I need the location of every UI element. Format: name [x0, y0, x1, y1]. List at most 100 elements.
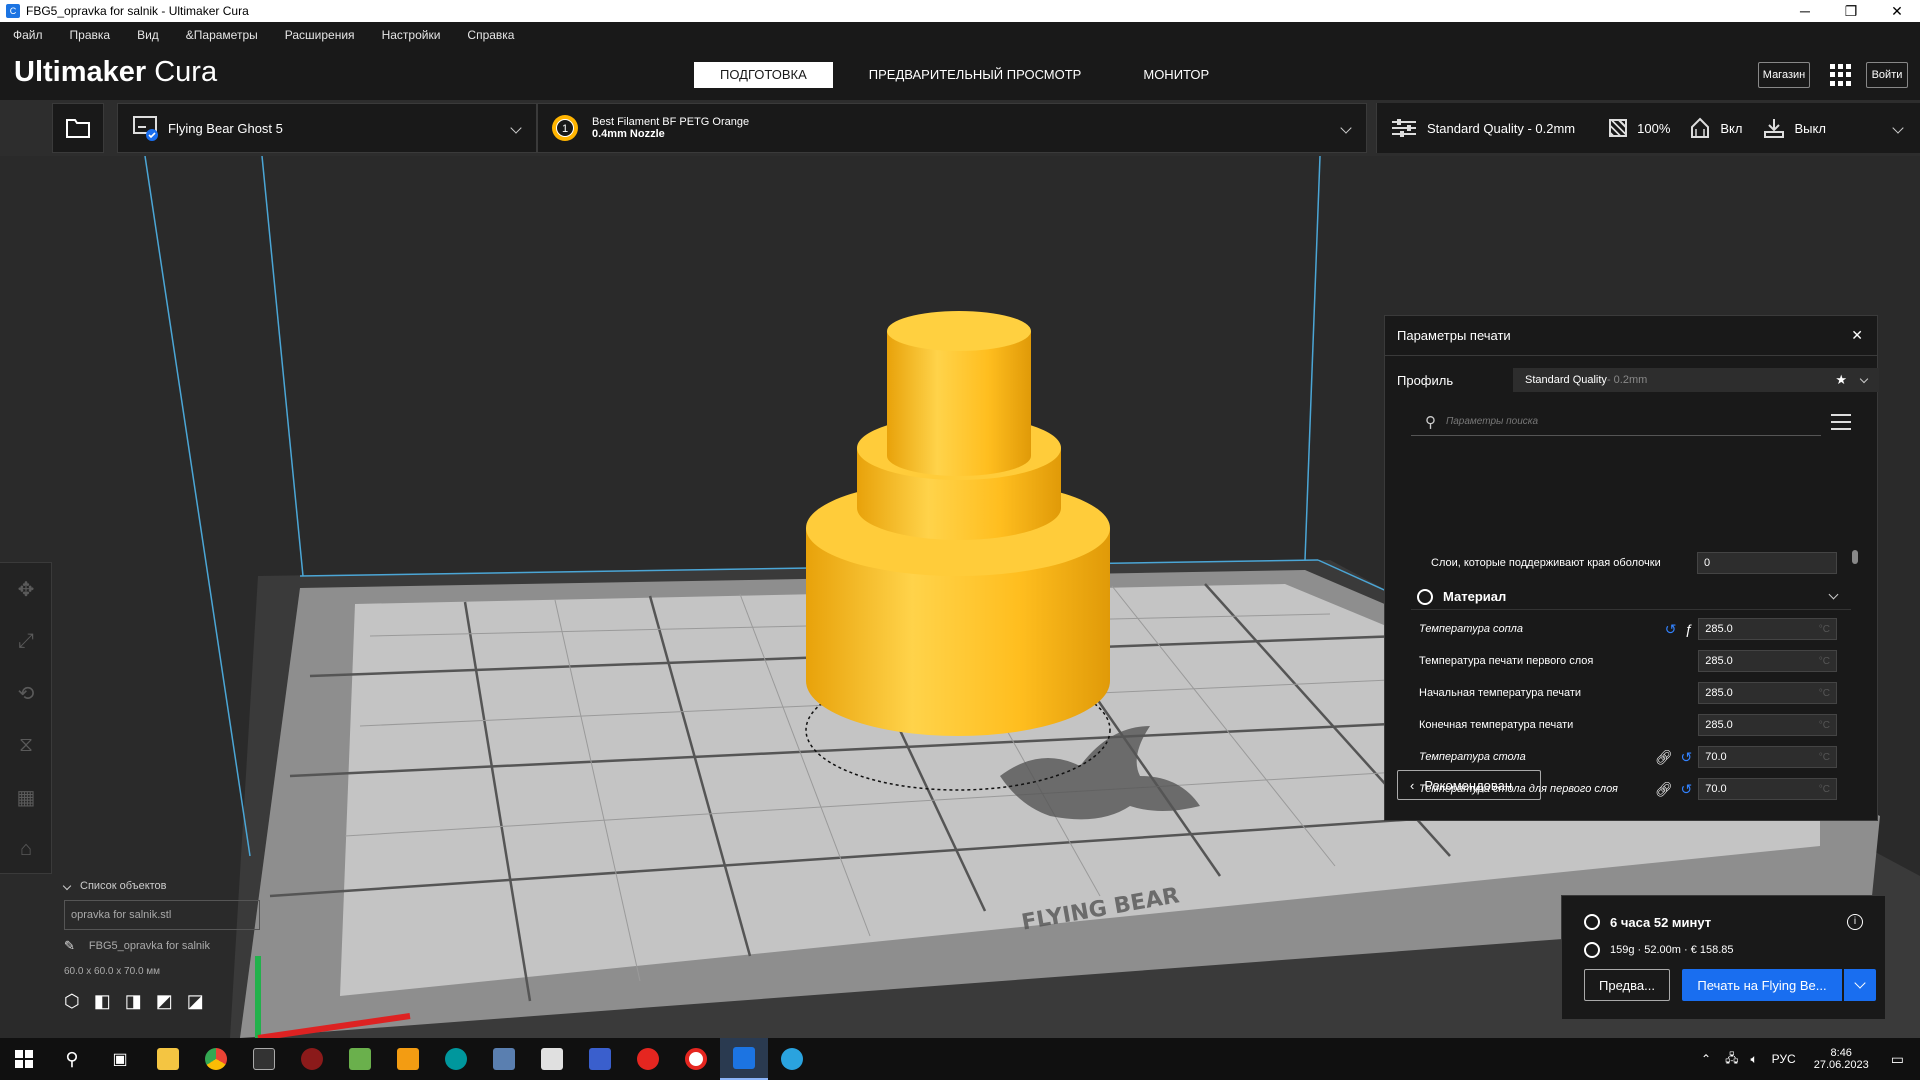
close-window-button[interactable]: ✕ — [1874, 3, 1920, 20]
view-right-icon[interactable]: ◪ — [187, 991, 204, 1012]
chrome-icon[interactable] — [192, 1038, 240, 1080]
setting-value-field[interactable]: 285.0 °C — [1698, 714, 1837, 736]
section-material[interactable]: Материал — [1411, 584, 1851, 610]
reset-icon[interactable]: ↺ — [1665, 621, 1677, 638]
material-selector[interactable]: 1 Best Filament BF PETG Orange 0.4mm Noz… — [537, 103, 1367, 153]
setting-value-field[interactable]: 285.0 °C — [1698, 682, 1837, 704]
start-button[interactable] — [0, 1038, 48, 1080]
open-file-button[interactable] — [52, 103, 104, 153]
star-icon[interactable]: ★ — [1835, 372, 1847, 388]
link-icon[interactable]: 🔗︎ — [1655, 749, 1673, 766]
setting-value-field[interactable]: 0 — [1696, 552, 1837, 574]
tab-prepare[interactable]: ПОДГОТОВКА — [694, 62, 833, 88]
view-front-icon[interactable]: ◧ — [94, 991, 111, 1012]
function-icon[interactable]: ƒ — [1684, 621, 1692, 638]
search-input[interactable]: Параметры поиска — [1446, 416, 1538, 427]
sublime-icon[interactable] — [384, 1038, 432, 1080]
language-indicator[interactable]: РУС — [1772, 1052, 1796, 1066]
yandex-icon[interactable] — [624, 1038, 672, 1080]
menu-preferences[interactable]: Настройки — [382, 28, 441, 42]
yandex-browser-icon[interactable] — [672, 1038, 720, 1080]
scale-tool-icon[interactable]: ⤢ — [0, 615, 52, 667]
marketplace-button[interactable]: Магазин — [1758, 62, 1810, 88]
stage-tabs: ПОДГОТОВКА ПРЕДВАРИТЕЛЬНЫЙ ПРОСМОТР МОНИ… — [694, 62, 1245, 88]
model-opravka[interactable] — [805, 311, 1111, 791]
volume-icon[interactable]: 🔈︎ — [1750, 1052, 1757, 1067]
edit-pencil-icon[interactable]: ✎ — [64, 938, 75, 954]
setting-value-field[interactable]: 70.0 °C — [1698, 746, 1837, 768]
notifications-icon[interactable]: ▭ — [1891, 1051, 1904, 1068]
tool-app-icon[interactable] — [480, 1038, 528, 1080]
settings-menu-icon[interactable] — [1831, 414, 1851, 435]
per-model-settings-icon[interactable]: ▦ — [0, 771, 52, 823]
search-icon[interactable]: ⚲ — [48, 1038, 96, 1080]
print-action-panel: 6 часа 52 минут i 159g · 52.00m · € 158.… — [1561, 895, 1886, 1020]
chevron-down-icon — [510, 122, 522, 134]
reset-icon[interactable]: ↺ — [1681, 781, 1693, 798]
menu-edit[interactable]: Правка — [70, 28, 111, 42]
settings-scrollbar[interactable] — [1852, 550, 1858, 564]
menu-file[interactable]: Файл — [13, 28, 43, 42]
maximize-button[interactable]: ❐ — [1828, 3, 1874, 20]
print-settings-selector[interactable]: Standard Quality - 0.2mm 100% Вкл Выкл — [1376, 103, 1920, 153]
view-left-icon[interactable]: ◩ — [156, 991, 173, 1012]
app-logo: Ultimaker Cura — [14, 56, 218, 88]
menu-extensions[interactable]: Расширения — [285, 28, 355, 42]
mirror-tool-icon[interactable]: ⧖ — [0, 719, 52, 771]
object-list-item[interactable]: opravka for salnik.stl — [64, 900, 260, 930]
view-top-icon[interactable]: ◨ — [125, 991, 142, 1012]
project-name: FBG5_opravka for salnik — [88, 940, 210, 952]
tab-preview[interactable]: ПРЕДВАРИТЕЛЬНЫЙ ПРОСМОТР — [843, 62, 1108, 88]
menu-settings[interactable]: &Параметры — [186, 28, 258, 42]
print-settings-panel: Параметры печати ✕ Профиль Standard Qual… — [1384, 315, 1879, 821]
material-usage: 159g · 52.00m · € 158.85 — [1610, 944, 1734, 956]
settings-search[interactable]: ⚲ Параметры поиска — [1411, 408, 1821, 436]
setting-value-field[interactable]: 70.0 °C — [1698, 778, 1837, 800]
info-icon[interactable]: i — [1847, 914, 1863, 930]
menu-view[interactable]: Вид — [137, 28, 159, 42]
terminal-icon[interactable] — [240, 1038, 288, 1080]
adhesion-value: Выкл — [1794, 120, 1826, 136]
explorer-icon[interactable] — [144, 1038, 192, 1080]
object-list-header[interactable]: Список объектов — [62, 880, 294, 892]
clock[interactable]: 8:46 27.06.2023 — [1814, 1047, 1869, 1071]
move-tool-icon[interactable]: ✥ — [0, 563, 52, 615]
cura-taskbar-icon[interactable] — [720, 1038, 768, 1080]
rotate-tool-icon[interactable]: ⟲ — [0, 667, 52, 719]
print-button[interactable]: Печать на Flying Be... — [1682, 969, 1842, 1001]
setting-row: Температура стола 🔗︎ ↺ 70.0 °C — [1419, 744, 1837, 770]
print-options-dropdown[interactable] — [1844, 969, 1876, 1001]
view-3d-icon[interactable]: ⬡ — [64, 991, 80, 1012]
3d-viewport[interactable]: FLYING BEAR ✥ ⤢ ⟲ ⧖ ▦ ⌂ Список объектов … — [0, 156, 1920, 1038]
menu-help[interactable]: Справка — [467, 28, 514, 42]
setting-row: Начальная температура печати 285.0 °C — [1419, 680, 1837, 706]
chevron-down-icon — [1892, 122, 1904, 134]
telegram-icon[interactable] — [768, 1038, 816, 1080]
setting-value-field[interactable]: 285.0 °C — [1698, 618, 1837, 640]
tray-chevron-icon[interactable]: ⌃ — [1701, 1052, 1711, 1066]
bug-app-icon[interactable] — [288, 1038, 336, 1080]
document-app-icon[interactable] — [528, 1038, 576, 1080]
chevron-down-icon — [1859, 374, 1869, 383]
preview-button[interactable]: Предва... — [1584, 969, 1670, 1001]
setting-value-field[interactable]: 285.0 °C — [1698, 650, 1837, 672]
minimize-button[interactable]: ─ — [1782, 3, 1828, 20]
notepadpp-icon[interactable] — [336, 1038, 384, 1080]
profile-dropdown[interactable]: Standard Quality - 0.2mm ★ — [1513, 368, 1879, 392]
recommended-button[interactable]: ‹ Рекомендован — [1397, 770, 1541, 800]
window-titlebar: C FBG5_opravka for salnik - Ultimaker Cu… — [0, 0, 1920, 22]
close-icon[interactable]: ✕ — [1851, 327, 1863, 344]
save-app-icon[interactable] — [576, 1038, 624, 1080]
tab-monitor[interactable]: МОНИТОР — [1117, 62, 1235, 88]
support-blocker-icon[interactable]: ⌂ — [0, 823, 52, 875]
signin-button[interactable]: Войти — [1866, 62, 1908, 88]
network-icon[interactable]: 🖧︎ — [1725, 1049, 1738, 1070]
printer-selector[interactable]: Flying Bear Ghost 5 — [117, 103, 537, 153]
window-title: FBG5_opravka for salnik - Ultimaker Cura — [26, 4, 249, 18]
arduino-icon[interactable] — [432, 1038, 480, 1080]
printer-icon — [133, 116, 158, 141]
apps-grid-icon[interactable] — [1830, 64, 1852, 86]
reset-icon[interactable]: ↺ — [1681, 749, 1693, 766]
task-view-icon[interactable]: ▣ — [96, 1038, 144, 1080]
link-icon[interactable]: 🔗︎ — [1655, 781, 1673, 798]
